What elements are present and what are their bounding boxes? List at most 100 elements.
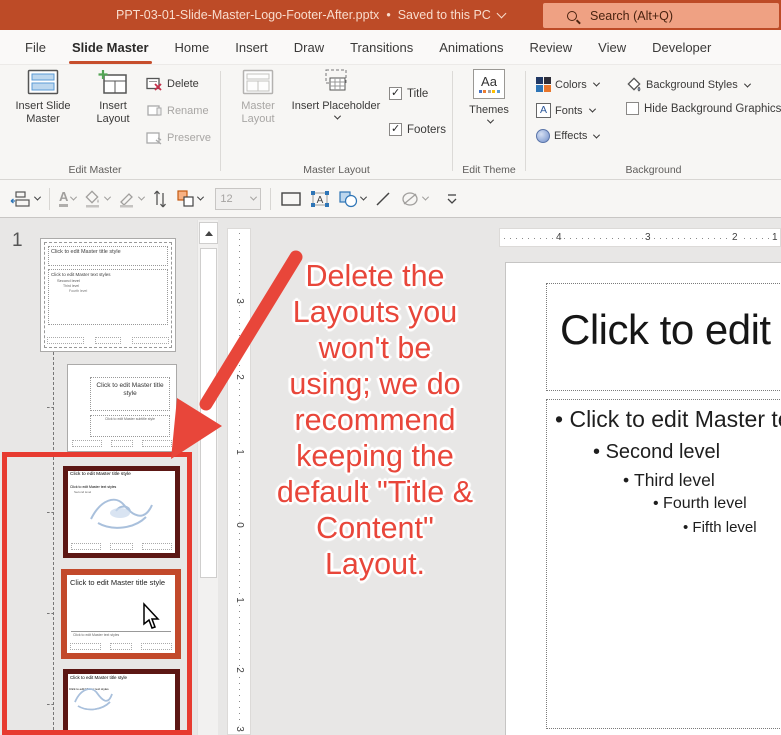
- thumb-title-text: Click to edit Master title style: [96, 382, 164, 397]
- tab-file[interactable]: File: [12, 30, 59, 64]
- font-color-button[interactable]: A: [55, 186, 80, 212]
- thumb-subtitle-text: Click to edit Master subtitle style: [105, 417, 155, 421]
- chevron-down-icon: [250, 193, 258, 201]
- powerpoint-window: PPT-03-01-Slide-Master-Logo-Footer-After…: [0, 0, 781, 735]
- group-edit-master: Insert Slide Master Insert Layout Delete: [0, 65, 220, 179]
- fill-color-icon: [85, 189, 100, 207]
- rename-button[interactable]: Rename: [146, 104, 209, 118]
- thumbnail-slide-master[interactable]: Click to edit Master title style Click t…: [40, 238, 176, 352]
- document-title-area[interactable]: PPT-03-01-Slide-Master-Logo-Footer-After…: [116, 0, 507, 30]
- font-size-combo[interactable]: 12: [211, 186, 265, 212]
- outline-view-button[interactable]: [6, 186, 44, 212]
- insert-layout-button[interactable]: Insert Layout: [86, 69, 140, 126]
- master-layout-button[interactable]: Master Layout: [229, 69, 287, 126]
- themes-icon: [473, 69, 505, 99]
- insert-layout-label: Insert Layout: [96, 100, 130, 125]
- insert-slide-master-button[interactable]: Insert Slide Master: [4, 69, 82, 126]
- chevron-down-icon: [486, 116, 495, 124]
- bullet-level-5: • Fifth level: [683, 519, 757, 536]
- ruler-number: 2: [233, 666, 245, 674]
- annotation-line: keeping the: [296, 439, 454, 473]
- toolbar-overflow-button[interactable]: [440, 186, 464, 212]
- arrange-shapes-button[interactable]: [172, 186, 207, 212]
- oval-button[interactable]: [396, 186, 432, 212]
- ribbon-tab-bar: File Slide Master Home Insert Draw Trans…: [0, 30, 781, 65]
- title-checkbox-label: Title: [407, 87, 429, 100]
- tab-review[interactable]: Review: [517, 30, 586, 64]
- delete-button[interactable]: Delete: [146, 77, 199, 91]
- body-placeholder[interactable]: • Click to edit Master text styles • Sec…: [546, 399, 781, 729]
- ruler-number: 2: [730, 232, 740, 244]
- line-shape-button[interactable]: [370, 186, 396, 212]
- tab-draw[interactable]: Draw: [281, 30, 337, 64]
- text-box-button[interactable]: A: [306, 186, 334, 212]
- vertical-ruler: 3 2 1 0 1 2 3: [227, 228, 251, 735]
- search-label: Search (Alt+Q): [590, 8, 674, 23]
- themes-button[interactable]: Themes: [459, 69, 519, 124]
- edit-master-group-label: Edit Master: [68, 164, 122, 176]
- oval-slash-icon: [402, 191, 419, 206]
- annotation-line: using; we do: [289, 367, 461, 401]
- annotation-highlight-rect: [2, 452, 192, 735]
- bring-forward-icon: [177, 190, 194, 207]
- thumbnail-title-slide-layout[interactable]: Click to edit Master title style Click t…: [67, 364, 177, 452]
- annotation-line: Layouts you: [292, 295, 458, 329]
- colors-button[interactable]: Colors: [536, 77, 600, 92]
- chevron-down-icon: [104, 193, 112, 201]
- annotation-line: Layout.: [324, 547, 426, 581]
- text-box-icon: A: [311, 190, 330, 207]
- title-checkbox-row[interactable]: Title: [389, 86, 429, 100]
- insert-slide-master-label: Insert Slide Master: [15, 100, 71, 125]
- ruler-number: 4: [554, 232, 564, 244]
- insert-placeholder-button[interactable]: Insert Placeholder: [291, 69, 381, 120]
- insert-slide-master-icon: [27, 69, 59, 95]
- background-styles-button[interactable]: Background Styles: [626, 77, 751, 93]
- tab-developer[interactable]: Developer: [639, 30, 724, 64]
- thumb-body-line: Fourth level: [69, 289, 88, 293]
- title-checkbox[interactable]: [389, 86, 402, 100]
- search-box[interactable]: Search (Alt+Q): [543, 3, 779, 28]
- tab-transitions[interactable]: Transitions: [337, 30, 426, 64]
- title-placeholder[interactable]: Click to edit Master title style: [546, 283, 781, 391]
- shape-outline-button[interactable]: [114, 186, 148, 212]
- scrollbar-thumb[interactable]: [200, 248, 217, 578]
- sort-text-button[interactable]: [148, 186, 172, 212]
- chevron-down-icon[interactable]: [496, 8, 507, 18]
- footers-checkbox[interactable]: [389, 122, 402, 136]
- sort-arrows-icon: [154, 190, 167, 207]
- preserve-icon: [146, 132, 162, 145]
- merge-shapes-button[interactable]: [334, 186, 370, 212]
- ruler-number: 2: [233, 373, 245, 381]
- tab-view[interactable]: View: [585, 30, 639, 64]
- ruler-number: 3: [233, 725, 245, 733]
- toolbar-separator: [49, 187, 50, 210]
- fill-color-button[interactable]: [80, 186, 114, 212]
- slide-canvas[interactable]: Click to edit Master title style • Click…: [505, 262, 781, 735]
- fonts-button[interactable]: Fonts: [536, 103, 596, 118]
- tab-slide-master[interactable]: Slide Master: [59, 30, 162, 64]
- preserve-button[interactable]: Preserve: [146, 131, 211, 145]
- rectangle-shape-button[interactable]: [276, 186, 306, 212]
- colors-label: Colors: [555, 78, 587, 91]
- scrollbar-up-button[interactable]: [199, 222, 218, 244]
- master-layout-label: Master Layout: [241, 100, 275, 125]
- effects-label: Effects: [554, 130, 588, 142]
- ruler-number: 1: [770, 232, 780, 244]
- hide-background-graphics-checkbox[interactable]: [626, 102, 639, 115]
- overflow-chevron-icon: [447, 193, 457, 204]
- ruler-number: 1: [233, 596, 245, 604]
- bullet-level-3: • Third level: [623, 470, 715, 490]
- tab-animations[interactable]: Animations: [426, 30, 516, 64]
- tab-home[interactable]: Home: [162, 30, 223, 64]
- layout-tree-tick: [47, 407, 54, 408]
- effects-button[interactable]: Effects: [536, 129, 601, 143]
- triangle-up-icon: [204, 230, 213, 236]
- footers-checkbox-row[interactable]: Footers: [389, 122, 446, 136]
- fonts-icon: [536, 103, 551, 118]
- edit-theme-group-label: Edit Theme: [462, 164, 516, 176]
- tab-insert[interactable]: Insert: [222, 30, 281, 64]
- hide-background-graphics-row[interactable]: Hide Background Graphics: [626, 102, 781, 115]
- annotation-line: recommend: [294, 403, 456, 437]
- format-toolbar: A 12 A: [0, 180, 781, 218]
- thumbnail-scrollbar[interactable]: [197, 220, 218, 735]
